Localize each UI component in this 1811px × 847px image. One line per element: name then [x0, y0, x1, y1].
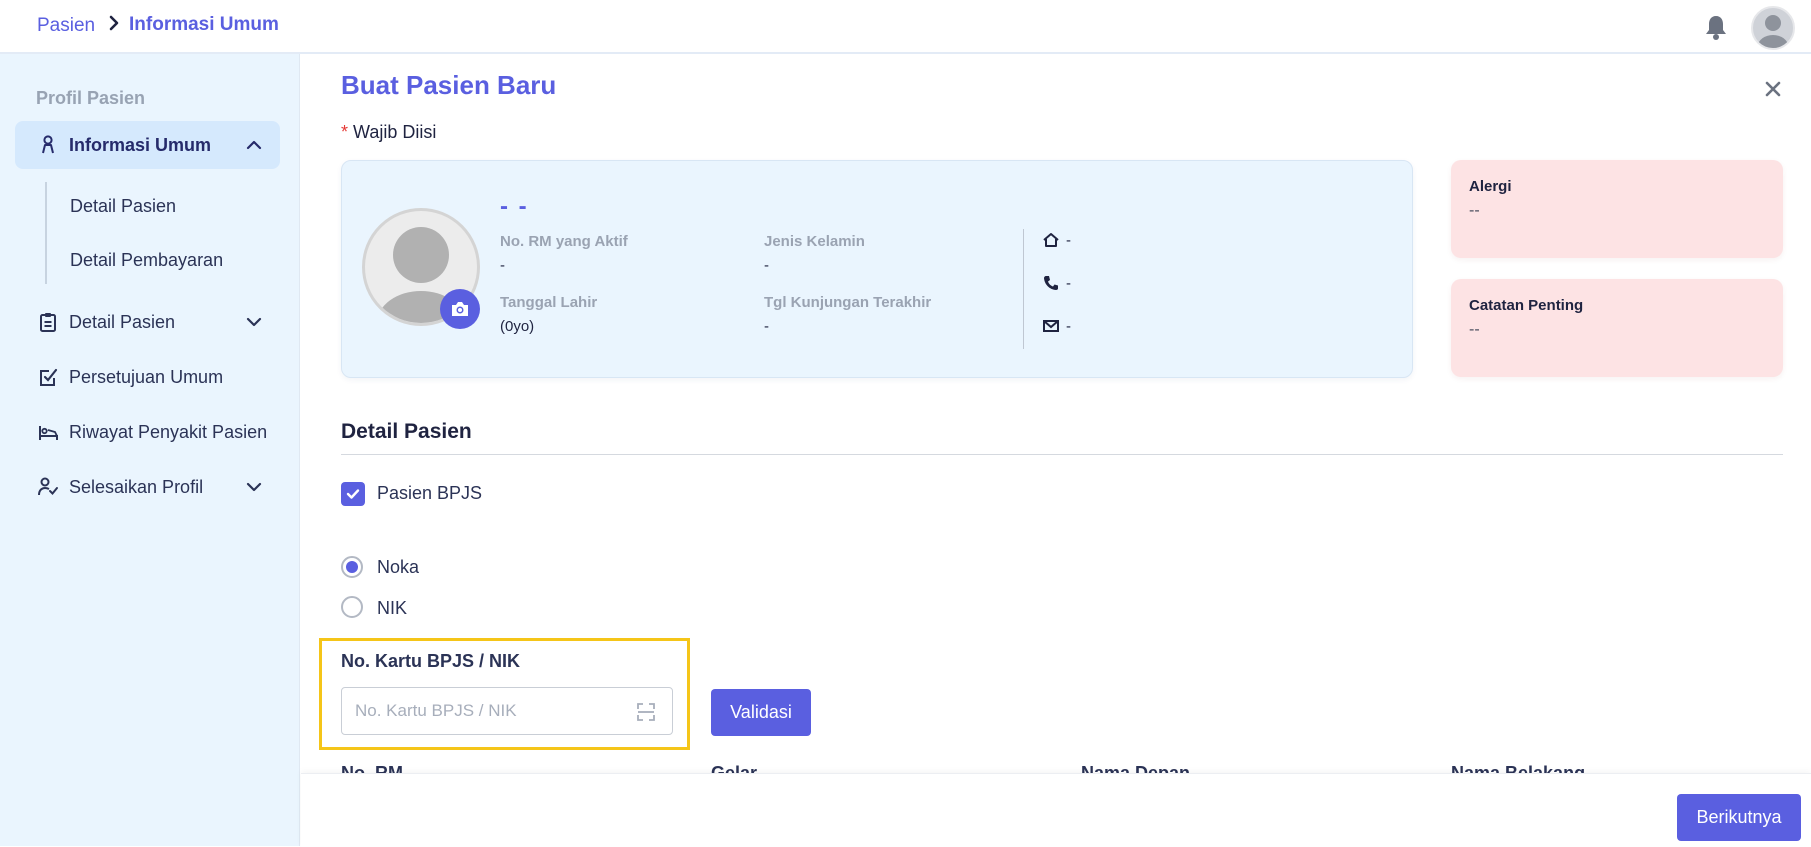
sidebar-item-detail-pasien[interactable]: Detail Pasien	[15, 298, 280, 346]
radio-noka[interactable]	[341, 556, 363, 578]
scan-icon[interactable]	[636, 702, 656, 722]
contact-address: -	[1042, 231, 1071, 249]
divider	[1023, 229, 1024, 349]
camera-icon[interactable]	[440, 289, 480, 329]
sidebar: Profil Pasien Informasi Umum Detail Pasi…	[0, 54, 300, 846]
sidebar-subitem-detail-pasien[interactable]: Detail Pasien	[70, 196, 176, 217]
sidebar-title: Profil Pasien	[36, 88, 146, 108]
next-button[interactable]: Berikutnya	[1677, 794, 1801, 841]
sidebar-item-label: Informasi Umum	[69, 134, 212, 155]
subtree-line	[45, 182, 47, 284]
top-bar: Pasien Informasi Umum	[0, 0, 1811, 54]
required-note: * Wajib Diisi	[341, 122, 436, 143]
field-label-no-rm: No. RM yang Aktif	[500, 233, 628, 250]
bpjs-checkbox[interactable]	[341, 482, 365, 506]
contact-phone: -	[1042, 274, 1071, 292]
validate-button[interactable]: Validasi	[711, 689, 811, 736]
chevron-down-icon	[244, 312, 264, 332]
chevron-down-icon	[244, 477, 264, 497]
field-value-kunjungan-terakhir: -	[764, 318, 769, 335]
field-label-tanggal-lahir: Tanggal Lahir	[500, 294, 598, 311]
allergy-card: Alergi --	[1451, 160, 1783, 258]
sidebar-item-label: Persetujuan Umum	[69, 366, 224, 387]
sidebar-item-persetujuan-umum[interactable]: Persetujuan Umum	[15, 353, 280, 401]
contact-email: -	[1042, 317, 1071, 335]
radio-nik-label[interactable]: NIK	[377, 598, 407, 619]
checkbox-edit-icon	[37, 366, 59, 388]
field-value-jenis-kelamin: -	[764, 257, 769, 274]
home-icon	[1043, 233, 1059, 247]
person-icon	[37, 134, 59, 156]
sidebar-item-label: Riwayat Penyakit Pasien	[69, 421, 268, 442]
user-avatar[interactable]	[1751, 6, 1795, 50]
field-value-no-rm: -	[500, 257, 505, 274]
bpjs-checkbox-label[interactable]: Pasien BPJS	[377, 483, 482, 504]
important-note-value: --	[1469, 321, 1480, 338]
sidebar-item-label: Selesaikan Profil	[69, 476, 204, 497]
sidebar-subitem-detail-pembayaran[interactable]: Detail Pembayaran	[70, 250, 223, 271]
bell-icon[interactable]	[1703, 13, 1729, 41]
contact-address-value: -	[1066, 231, 1071, 249]
section-title-detail-pasien: Detail Pasien	[341, 420, 472, 443]
phone-icon	[1044, 276, 1058, 290]
field-value-tanggal-lahir: (0yo)	[500, 318, 535, 335]
user-check-icon	[37, 476, 59, 498]
radio-noka-label[interactable]: Noka	[377, 557, 419, 578]
important-note-card: Catatan Penting --	[1451, 279, 1783, 377]
sidebar-item-label: Detail Pasien	[69, 311, 176, 332]
sidebar-item-riwayat-penyakit[interactable]: Riwayat Penyakit Pasien	[15, 408, 280, 456]
close-icon[interactable]	[1762, 78, 1784, 100]
contact-email-value: -	[1066, 317, 1071, 335]
patient-name: - -	[500, 193, 529, 220]
breadcrumb-current: Informasi Umum	[129, 14, 279, 35]
footer-bar	[301, 773, 1811, 847]
breadcrumb-parent[interactable]: Pasien	[37, 15, 95, 37]
chevron-right-icon	[103, 12, 125, 34]
required-mark: *	[341, 122, 349, 142]
card-number-input[interactable]	[341, 687, 673, 735]
allergy-value: --	[1469, 202, 1480, 219]
mail-icon	[1043, 320, 1059, 332]
field-label-jenis-kelamin: Jenis Kelamin	[764, 233, 865, 250]
page-title: Buat Pasien Baru	[341, 70, 557, 100]
card-number-label: No. Kartu BPJS / NIK	[341, 651, 521, 671]
patient-summary-card: - - No. RM yang Aktif - Jenis Kelamin - …	[341, 160, 1413, 378]
field-label-kunjungan-terakhir: Tgl Kunjungan Terakhir	[764, 294, 932, 311]
required-note-text: Wajib Diisi	[353, 122, 437, 142]
sidebar-item-informasi-umum[interactable]: Informasi Umum	[15, 121, 280, 169]
allergy-title: Alergi	[1469, 178, 1512, 195]
important-note-title: Catatan Penting	[1469, 297, 1584, 314]
check-icon	[346, 489, 360, 499]
radio-nik[interactable]	[341, 596, 363, 618]
sidebar-item-selesaikan-profil[interactable]: Selesaikan Profil	[15, 463, 280, 511]
bed-icon	[37, 421, 59, 443]
section-divider	[341, 454, 1783, 455]
chevron-up-icon	[244, 135, 264, 155]
clipboard-icon	[37, 311, 59, 333]
contact-phone-value: -	[1066, 274, 1071, 292]
